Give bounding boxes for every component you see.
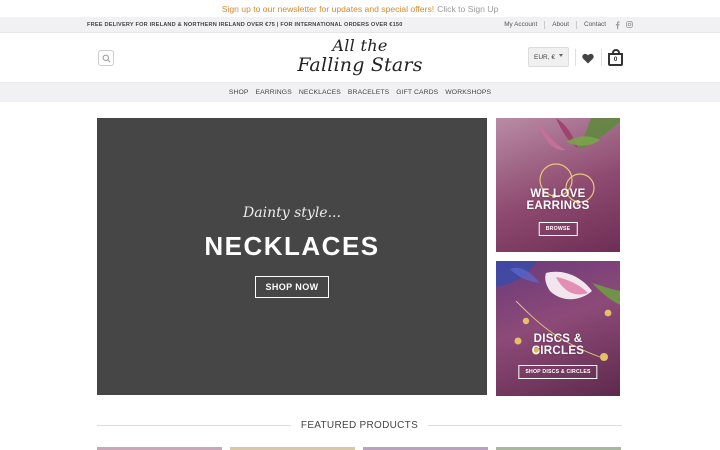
divider	[601, 49, 602, 66]
divider	[97, 424, 291, 426]
newsletter-signup-link[interactable]: Click to Sign Up	[437, 4, 498, 14]
divider	[428, 424, 622, 426]
nav-item-necklaces[interactable]: NECKLACES	[295, 89, 344, 96]
nav-item-shop[interactable]: SHOP	[225, 89, 252, 96]
nav-item-workshops[interactable]: WORKSHOPS	[442, 89, 495, 96]
divider	[544, 20, 546, 29]
currency-select[interactable]: EUR, €	[528, 47, 569, 67]
divider	[575, 20, 577, 29]
discs-title-line-1: DISCS &	[533, 333, 583, 345]
discs-tile-title: DISCS & CIRCLES	[496, 333, 620, 357]
newsletter-promo-text: Sign up to our newsletter for updates an…	[221, 3, 435, 14]
earrings-title-line-2: EARRINGS	[526, 200, 590, 213]
hero-banner[interactable]: Dainty style... NECKLACES SHOP NOW	[97, 118, 487, 395]
shop-now-button[interactable]: SHOP NOW	[255, 276, 329, 298]
logo-line-2: Falling Stars	[297, 54, 423, 76]
about-link[interactable]: About	[552, 21, 569, 28]
main-nav: SHOP EARRINGS NECKLACES BRACELETS GIFT C…	[0, 83, 720, 102]
my-account-link[interactable]: My Account	[504, 21, 537, 28]
chevron-down-icon	[559, 54, 563, 57]
hero-title: NECKLACES	[204, 231, 380, 261]
nav-item-earrings[interactable]: EARRINGS	[252, 89, 295, 96]
top-links: My Account About Contact	[504, 20, 633, 29]
logo-line-1: All the	[332, 36, 388, 55]
search-icon	[102, 54, 110, 62]
nav-item-bracelets[interactable]: BRACELETS	[344, 89, 392, 96]
heart-icon	[582, 53, 594, 64]
browse-button[interactable]: BROWSE	[538, 222, 578, 236]
cart-count: 0	[608, 53, 623, 66]
shop-discs-button[interactable]: SHOP DISCS & CIRCLES	[518, 365, 598, 379]
delivery-notice: FREE DELIVERY FOR IRELAND & NORTHERN IRE…	[87, 21, 403, 28]
top-bar: FREE DELIVERY FOR IRELAND & NORTHERN IRE…	[0, 17, 720, 33]
currency-value: EUR, €	[534, 53, 555, 61]
earrings-tile-title: WE LOVE EARRINGS	[496, 188, 620, 212]
hero-pretitle: Dainty style...	[243, 205, 341, 221]
contact-link[interactable]: Contact	[584, 21, 606, 28]
discs-title-line-2: CIRCLES	[531, 345, 585, 358]
featured-products-label: FEATURED PRODUCTS	[300, 419, 419, 431]
newsletter-bar: Sign up to our newsletter for updates an…	[0, 0, 720, 17]
discs-circles-tile[interactable]: DISCS & CIRCLES SHOP DISCS & CIRCLES	[496, 261, 620, 396]
featured-products-heading: FEATURED PRODUCTS	[97, 418, 622, 432]
earrings-title-line-1: WE LOVE	[530, 188, 586, 200]
instagram-icon[interactable]	[626, 21, 633, 28]
wishlist-button[interactable]	[582, 51, 594, 64]
earrings-tile[interactable]: WE LOVE EARRINGS BROWSE	[496, 118, 620, 252]
facebook-icon[interactable]	[615, 20, 620, 29]
site-header: All the Falling Stars EUR, € 0	[0, 33, 720, 83]
site-logo[interactable]: All the Falling Stars	[290, 35, 430, 81]
nav-item-gift-cards[interactable]: GIFT CARDS	[393, 89, 442, 96]
search-button[interactable]	[98, 50, 114, 66]
cart-button[interactable]: 0	[608, 49, 623, 66]
divider	[575, 49, 576, 66]
